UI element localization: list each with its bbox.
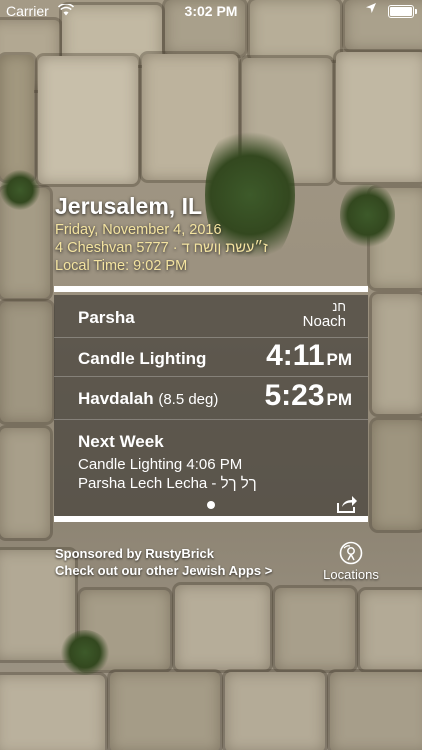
parsha-label: Parsha — [78, 308, 135, 327]
city-title: Jerusalem, IL — [55, 193, 203, 219]
status-bar: Carrier 3:02 PM — [0, 0, 422, 22]
havdalah-row: Havdalah (8.5 deg) 5:23 PM — [54, 377, 368, 420]
zmanim-panel: Parsha חנ Noach Candle Lighting 4:11 PM H… — [54, 286, 368, 522]
hebrew-date: 4 Cheshvan 5777 · ז״עשת ןושח ד — [55, 240, 268, 256]
parsha-english: Noach — [302, 313, 346, 330]
top-divider — [54, 286, 368, 292]
next-week-candle: Candle Lighting 4:06 PM — [78, 456, 243, 473]
havdalah-label: Havdalah (8.5 deg) — [78, 389, 219, 408]
battery-icon — [388, 5, 417, 18]
zmanim-card[interactable]: Parsha חנ Noach Candle Lighting 4:11 PM H… — [54, 295, 368, 517]
candle-lighting-label: Candle Lighting — [78, 349, 207, 368]
local-time: Local Time: 9:02 PM — [55, 258, 188, 274]
next-week-section: Next Week Candle Lighting 4:06 PM Parsha… — [78, 432, 257, 492]
next-week-parsha: Parsha Lech Lecha - ךל ךל — [78, 475, 257, 492]
candle-lighting-time: 4:11 PM — [266, 339, 352, 372]
share-icon[interactable] — [336, 494, 358, 514]
location-header: Jerusalem, IL Friday, November 4, 2016 4… — [55, 193, 268, 274]
next-week-title: Next Week — [78, 432, 164, 451]
location-arrow-icon — [366, 2, 376, 16]
havdalah-time: 5:23 PM — [264, 379, 352, 412]
parsha-hebrew: חנ — [332, 299, 346, 314]
candle-lighting-row: Candle Lighting 4:11 PM — [54, 338, 368, 377]
status-time: 3:02 PM — [184, 3, 238, 19]
locations-button[interactable]: Locations — [318, 541, 384, 582]
bottom-divider — [54, 516, 368, 522]
havdalah-note: (8.5 deg) — [158, 391, 219, 408]
gregorian-date: Friday, November 4, 2016 — [55, 222, 222, 238]
parsha-row: Parsha חנ Noach — [54, 295, 368, 338]
locations-icon — [339, 541, 363, 565]
sponsor-block[interactable]: Sponsored by RustyBrick Check out our ot… — [55, 545, 272, 579]
page-indicator-dot[interactable] — [207, 501, 215, 509]
sponsor-label: Sponsored by RustyBrick — [55, 546, 214, 561]
jewish-apps-link[interactable]: Check out our other Jewish Apps > — [55, 562, 272, 579]
locations-label: Locations — [323, 567, 379, 582]
